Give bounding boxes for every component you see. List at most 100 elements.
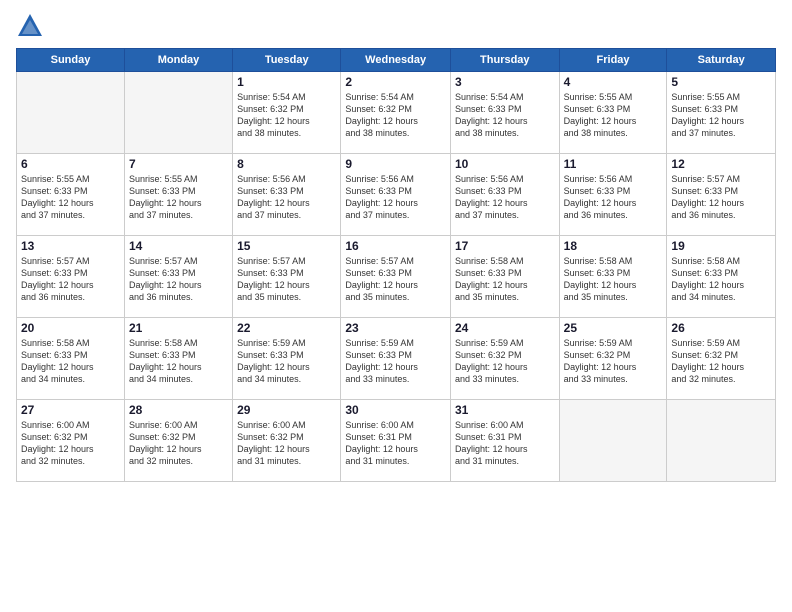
calendar-cell: 31Sunrise: 6:00 AM Sunset: 6:31 PM Dayli… [450, 400, 559, 482]
day-info: Sunrise: 5:59 AM Sunset: 6:32 PM Dayligh… [455, 337, 555, 386]
day-number: 14 [129, 239, 228, 253]
day-number: 9 [345, 157, 446, 171]
calendar-cell: 8Sunrise: 5:56 AM Sunset: 6:33 PM Daylig… [233, 154, 341, 236]
calendar-cell: 10 Sunrise: 5:56 AM Sunset: 6:33 PM Dayli… [450, 154, 559, 236]
day-number: 12 [671, 157, 771, 171]
day-info: Sunrise: 5:56 AM Sunset: 6:33 PM Dayligh… [237, 173, 336, 222]
weekday-header: Saturday [667, 49, 776, 72]
calendar-cell: 15Sunrise: 5:57 AM Sunset: 6:33 PM Dayli… [233, 236, 341, 318]
day-info: Sunrise: 5:55 AM Sunset: 6:33 PM Dayligh… [564, 91, 663, 140]
day-info: Sunrise: 5:54 AM Sunset: 6:33 PM Dayligh… [455, 91, 555, 140]
day-info: Sunrise: 6:00 AM Sunset: 6:32 PM Dayligh… [129, 419, 228, 468]
day-number: 7 [129, 157, 228, 171]
day-info: Sunrise: 5:57 AM Sunset: 6:33 PM Dayligh… [237, 255, 336, 304]
calendar-cell: 25 Sunrise: 5:59 AM Sunset: 6:32 PM Dayli… [559, 318, 667, 400]
day-info: Sunrise: 5:54 AM Sunset: 6:32 PM Dayligh… [237, 91, 336, 140]
day-info: Sunrise: 5:59 AM Sunset: 6:32 PM Dayligh… [564, 337, 663, 386]
day-info: Sunrise: 6:00 AM Sunset: 6:31 PM Dayligh… [345, 419, 446, 468]
day-number: 2 [345, 75, 446, 89]
day-info: Sunrise: 5:56 AM Sunset: 6:33 PM Dayligh… [455, 173, 555, 222]
day-info: Sunrise: 5:56 AM Sunset: 6:33 PM Dayligh… [345, 173, 446, 222]
day-info: Sunrise: 5:57 AM Sunset: 6:33 PM Dayligh… [671, 173, 771, 222]
weekday-header: Thursday [450, 49, 559, 72]
day-info: Sunrise: 5:58 AM Sunset: 6:33 PM Dayligh… [129, 337, 228, 386]
day-info: Sunrise: 5:59 AM Sunset: 6:33 PM Dayligh… [345, 337, 446, 386]
day-info: Sunrise: 5:54 AM Sunset: 6:32 PM Dayligh… [345, 91, 446, 140]
calendar-cell: 16 Sunrise: 5:57 AM Sunset: 6:33 PM Dayli… [341, 236, 451, 318]
day-info: Sunrise: 5:58 AM Sunset: 6:33 PM Dayligh… [21, 337, 120, 386]
day-info: Sunrise: 5:57 AM Sunset: 6:33 PM Dayligh… [21, 255, 120, 304]
logo [16, 12, 48, 40]
calendar-week-row: 27 Sunrise: 6:00 AM Sunset: 6:32 PM Dayli… [17, 400, 776, 482]
day-number: 30 [345, 403, 446, 417]
calendar-cell: 22 Sunrise: 5:59 AM Sunset: 6:33 PM Dayli… [233, 318, 341, 400]
calendar-cell: 26 Sunrise: 5:59 AM Sunset: 6:32 PM Dayli… [667, 318, 776, 400]
calendar-cell: 17Sunrise: 5:58 AM Sunset: 6:33 PM Dayli… [450, 236, 559, 318]
calendar-cell: 29 Sunrise: 6:00 AM Sunset: 6:32 PM Dayli… [233, 400, 341, 482]
weekday-row: SundayMondayTuesdayWednesdayThursdayFrid… [17, 49, 776, 72]
header [16, 12, 776, 40]
day-info: Sunrise: 5:56 AM Sunset: 6:33 PM Dayligh… [564, 173, 663, 222]
calendar-cell: 4 Sunrise: 5:55 AM Sunset: 6:33 PM Daylig… [559, 72, 667, 154]
calendar-cell: 9 Sunrise: 5:56 AM Sunset: 6:33 PM Daylig… [341, 154, 451, 236]
weekday-header: Friday [559, 49, 667, 72]
calendar-cell: 21 Sunrise: 5:58 AM Sunset: 6:33 PM Dayli… [124, 318, 232, 400]
calendar-cell [667, 400, 776, 482]
weekday-header: Wednesday [341, 49, 451, 72]
day-number: 11 [564, 157, 663, 171]
calendar-cell: 14 Sunrise: 5:57 AM Sunset: 6:33 PM Dayli… [124, 236, 232, 318]
day-info: Sunrise: 5:58 AM Sunset: 6:33 PM Dayligh… [455, 255, 555, 304]
calendar-cell: 28 Sunrise: 6:00 AM Sunset: 6:32 PM Dayli… [124, 400, 232, 482]
day-number: 13 [21, 239, 120, 253]
day-info: Sunrise: 5:57 AM Sunset: 6:33 PM Dayligh… [129, 255, 228, 304]
day-number: 29 [237, 403, 336, 417]
calendar-cell: 3 Sunrise: 5:54 AM Sunset: 6:33 PM Daylig… [450, 72, 559, 154]
calendar-cell: 5Sunrise: 5:55 AM Sunset: 6:33 PM Daylig… [667, 72, 776, 154]
day-number: 4 [564, 75, 663, 89]
calendar-cell [559, 400, 667, 482]
day-number: 23 [345, 321, 446, 335]
calendar-cell: 20 Sunrise: 5:58 AM Sunset: 6:33 PM Dayli… [17, 318, 125, 400]
day-number: 19 [671, 239, 771, 253]
day-number: 26 [671, 321, 771, 335]
calendar-cell: 30 Sunrise: 6:00 AM Sunset: 6:31 PM Dayli… [341, 400, 451, 482]
day-number: 10 [455, 157, 555, 171]
calendar-cell: 11 Sunrise: 5:56 AM Sunset: 6:33 PM Dayli… [559, 154, 667, 236]
day-number: 18 [564, 239, 663, 253]
calendar-cell: 7Sunrise: 5:55 AM Sunset: 6:33 PM Daylig… [124, 154, 232, 236]
weekday-header: Sunday [17, 49, 125, 72]
calendar-cell: 24 Sunrise: 5:59 AM Sunset: 6:32 PM Dayli… [450, 318, 559, 400]
day-info: Sunrise: 5:57 AM Sunset: 6:33 PM Dayligh… [345, 255, 446, 304]
day-info: Sunrise: 5:55 AM Sunset: 6:33 PM Dayligh… [671, 91, 771, 140]
calendar-cell: 6 Sunrise: 5:55 AM Sunset: 6:33 PM Daylig… [17, 154, 125, 236]
day-info: Sunrise: 6:00 AM Sunset: 6:32 PM Dayligh… [237, 419, 336, 468]
calendar-cell: 12 Sunrise: 5:57 AM Sunset: 6:33 PM Dayli… [667, 154, 776, 236]
calendar-cell: 23 Sunrise: 5:59 AM Sunset: 6:33 PM Dayli… [341, 318, 451, 400]
calendar-cell: 27Sunrise: 6:00 AM Sunset: 6:32 PM Dayli… [17, 400, 125, 482]
day-number: 21 [129, 321, 228, 335]
day-number: 28 [129, 403, 228, 417]
day-info: Sunrise: 5:59 AM Sunset: 6:33 PM Dayligh… [237, 337, 336, 386]
day-info: Sunrise: 5:59 AM Sunset: 6:32 PM Dayligh… [671, 337, 771, 386]
day-number: 20 [21, 321, 120, 335]
day-number: 24 [455, 321, 555, 335]
day-number: 6 [21, 157, 120, 171]
weekday-header: Tuesday [233, 49, 341, 72]
day-info: Sunrise: 5:58 AM Sunset: 6:33 PM Dayligh… [564, 255, 663, 304]
day-number: 22 [237, 321, 336, 335]
calendar-cell: 18 Sunrise: 5:58 AM Sunset: 6:33 PM Dayli… [559, 236, 667, 318]
day-number: 16 [345, 239, 446, 253]
calendar-body: 1 Sunrise: 5:54 AM Sunset: 6:32 PM Daylig… [17, 72, 776, 482]
day-number: 1 [237, 75, 336, 89]
page: SundayMondayTuesdayWednesdayThursdayFrid… [0, 0, 792, 612]
calendar-week-row: 13 Sunrise: 5:57 AM Sunset: 6:33 PM Dayli… [17, 236, 776, 318]
day-number: 3 [455, 75, 555, 89]
day-number: 27 [21, 403, 120, 417]
day-info: Sunrise: 5:55 AM Sunset: 6:33 PM Dayligh… [21, 173, 120, 222]
day-number: 25 [564, 321, 663, 335]
calendar: SundayMondayTuesdayWednesdayThursdayFrid… [16, 48, 776, 482]
logo-icon [16, 12, 44, 40]
calendar-week-row: 20 Sunrise: 5:58 AM Sunset: 6:33 PM Dayli… [17, 318, 776, 400]
calendar-cell: 1 Sunrise: 5:54 AM Sunset: 6:32 PM Daylig… [233, 72, 341, 154]
weekday-header: Monday [124, 49, 232, 72]
